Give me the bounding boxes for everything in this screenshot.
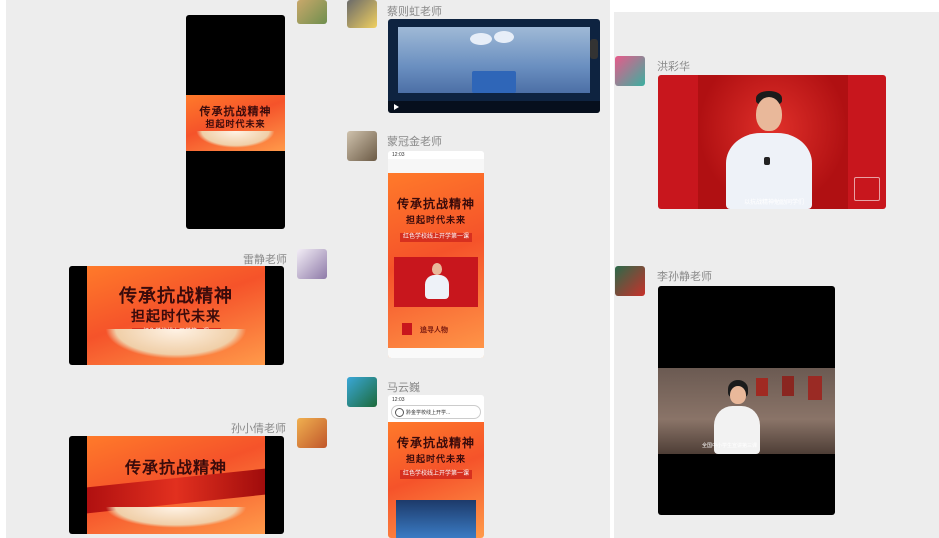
poster-title-line1: 传承抗战精神 [396, 436, 475, 450]
operating-lamp [470, 33, 492, 45]
poster-title-line2: 担起时代未来 [405, 455, 466, 465]
microphone [764, 157, 770, 165]
image-message-phone-screenshot[interactable]: 12:03 传承抗战精神 担起时代未来 红色学校线上开学第一课 追寻人物 [388, 151, 484, 358]
video-message-poster-ribbon[interactable]: 传承抗战精神 [69, 436, 284, 534]
sender-name: 孙小倩老师 [231, 423, 286, 435]
poster-subtitle: 红色学校线上开学第一课 [399, 233, 473, 242]
poster-thumbnail: 传承抗战精神 担起时代未来 红色学校线上开学第一课 [87, 266, 265, 365]
avatar[interactable] [347, 377, 377, 407]
poster-banner: 追寻人物 [420, 327, 448, 334]
poster-title-line2: 担起时代未来 [205, 120, 266, 130]
poster-image: 传承抗战精神 担起时代未来 红色学校线上开学第一课 [388, 422, 484, 538]
status-bar: 12:03 [388, 151, 484, 159]
search-bar[interactable]: 黔金学校线上开学... [391, 405, 481, 419]
avatar[interactable] [347, 131, 377, 161]
video-message-speaker-hall[interactable]: 全国中小学生宣讲第三课 [658, 286, 835, 515]
logo-watermark [854, 177, 880, 201]
video-message-speaker-red[interactable]: 以抗战精神勉励同学们 [658, 75, 886, 209]
sender-name: 蒙冠金老师 [387, 136, 442, 148]
poster-title-line1: 传承抗战精神 [396, 197, 475, 211]
image-message-phone-search[interactable]: 12:03 黔金学校线上开学... 传承抗战精神 担起时代未来 红色学校线上开学… [388, 395, 484, 538]
search-text: 黔金学校线上开学... [406, 410, 451, 416]
side-button[interactable] [590, 39, 598, 59]
poster-thumbnail: 传承抗战精神 担起时代未来 [186, 95, 285, 151]
avatar[interactable] [297, 418, 327, 448]
book-graphic [104, 506, 248, 529]
book-graphic [104, 329, 248, 360]
video-message-tall[interactable]: 传承抗战精神 担起时代未来 [186, 15, 285, 229]
sender-name: 洪彩华 [657, 61, 690, 73]
avatar[interactable] [615, 266, 645, 296]
stage-video [394, 257, 478, 307]
play-icon[interactable] [394, 104, 399, 110]
video-caption: 全国中小学生宣讲第三课 [702, 443, 758, 449]
tech-image [396, 500, 476, 538]
video-caption: 以抗战精神勉励同学们 [744, 200, 805, 206]
sender-name: 李孙静老师 [657, 271, 712, 283]
sender-name: 马云巍 [387, 382, 420, 394]
avatar[interactable] [297, 0, 327, 24]
sender-name: 雷静老师 [243, 254, 287, 266]
poster-title-line1: 传承抗战精神 [119, 286, 233, 307]
page-header [388, 159, 484, 173]
book-graphic [195, 130, 276, 148]
avatar[interactable] [347, 0, 377, 28]
poster-subtitle: 红色学校线上开学第一课 [399, 470, 473, 479]
speaker-head [730, 386, 746, 404]
speaker-shirt [425, 275, 449, 299]
poster-thumbnail: 传承抗战精神 [87, 436, 265, 534]
video-message-operating-room[interactable] [388, 19, 600, 113]
wall-frame [808, 376, 822, 400]
search-icon [395, 408, 404, 417]
bottom-nav [388, 348, 484, 358]
sender-name: 蔡则虹老师 [387, 6, 442, 18]
speaker-head [756, 97, 782, 131]
operating-table [472, 71, 516, 93]
video-controls [388, 101, 600, 113]
poster-title-line2: 担起时代未来 [131, 309, 221, 325]
speaker-head [432, 263, 442, 275]
poster-image: 传承抗战精神 担起时代未来 红色学校线上开学第一课 追寻人物 [388, 173, 484, 358]
video-message-poster-horizontal[interactable]: 传承抗战精神 担起时代未来 红色学校线上开学第一课 [69, 266, 284, 365]
avatar[interactable] [297, 249, 327, 279]
wall-frame [756, 378, 768, 396]
avatar[interactable] [615, 56, 645, 86]
hall-scene: 全国中小学生宣讲第三课 [658, 368, 835, 454]
status-bar: 12:03 [388, 395, 484, 405]
operating-lamp [494, 31, 514, 43]
wall-frame [782, 376, 794, 396]
poster-title-line2: 担起时代未来 [405, 216, 466, 226]
poster-banner-icon [402, 323, 412, 335]
